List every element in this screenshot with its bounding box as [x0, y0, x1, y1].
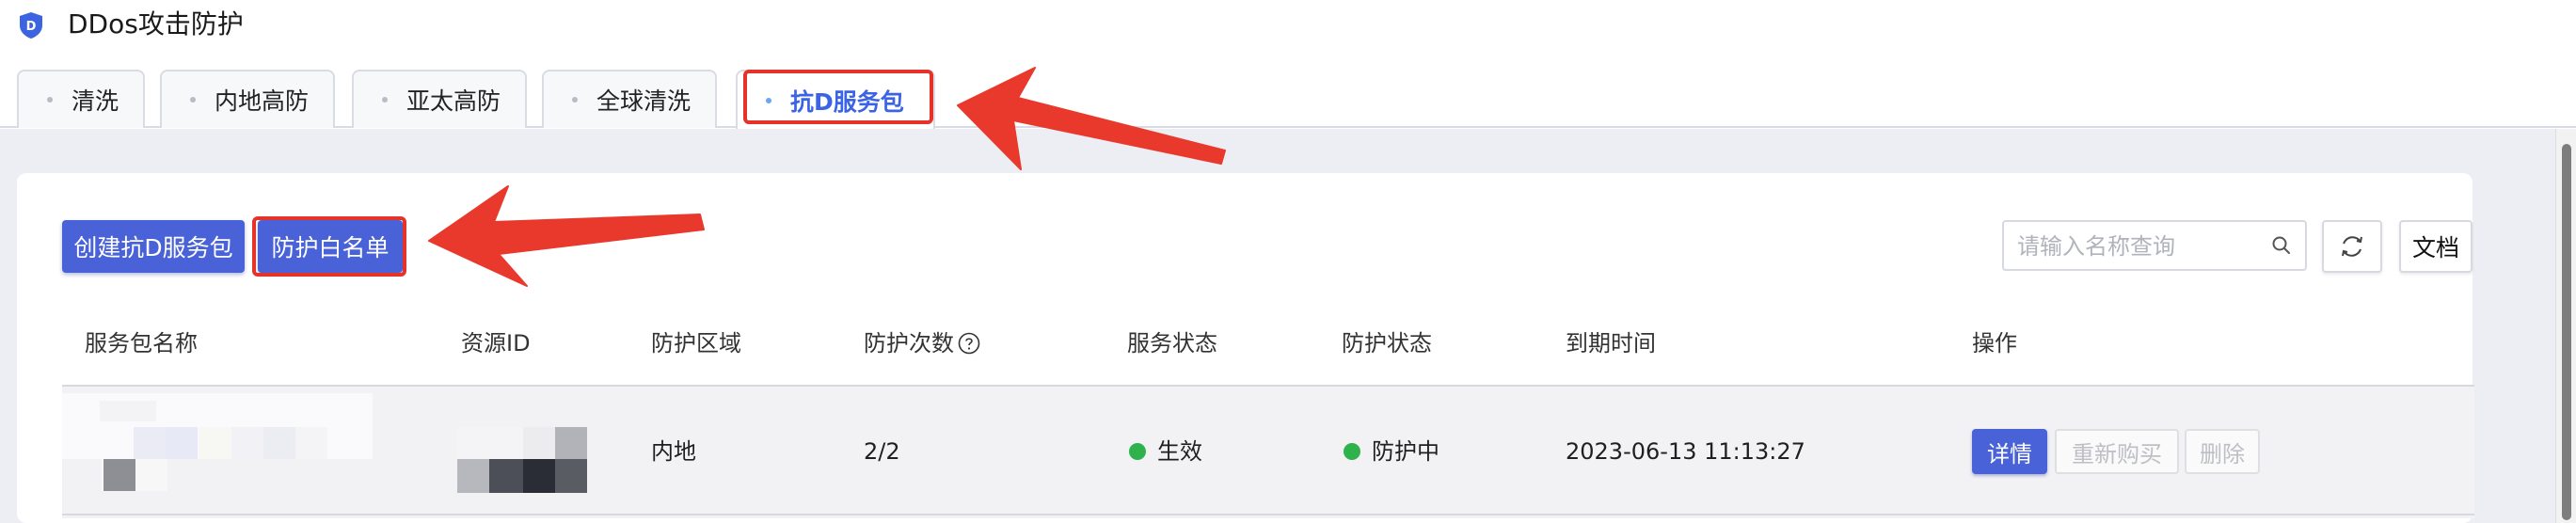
- expiry-cell: 2023-06-13 11:13:27: [1566, 438, 1805, 465]
- tab-mainland-ddos[interactable]: 内地高防: [160, 70, 335, 128]
- column-header-expiry: 到期时间: [1566, 330, 1656, 357]
- tab-cleaning[interactable]: 清洗: [17, 70, 145, 128]
- delete-button[interactable]: 删除: [2185, 429, 2260, 474]
- tab-dot-icon: [382, 97, 388, 103]
- column-header-label: 防护次数: [864, 330, 954, 357]
- tab-bar: 清洗 内地高防 亚太高防 全球清洗 抗D服务包: [0, 66, 2576, 130]
- protection-count-cell: 2/2: [864, 438, 900, 465]
- docs-button[interactable]: 文档: [2399, 220, 2473, 273]
- protection-status-cell: 防护中: [1344, 436, 1439, 467]
- tab-dot-icon: [572, 97, 578, 103]
- table-row-divider: [62, 514, 2474, 515]
- resource-id-redacted: [457, 427, 587, 493]
- create-package-button[interactable]: 创建抗D服务包: [62, 220, 245, 273]
- column-header-protection-count: 防护次数: [864, 329, 980, 357]
- protection-status-label: 防护中: [1372, 438, 1439, 465]
- search-input[interactable]: [2017, 230, 2262, 263]
- column-header-service-status: 服务状态: [1127, 330, 1217, 357]
- column-header-protection-status: 防护状态: [1342, 330, 1432, 357]
- search-box: [2002, 220, 2307, 271]
- tab-dot-icon: [190, 97, 196, 103]
- tab-label: 清洗: [72, 87, 119, 115]
- shield-logo-icon: D: [20, 12, 42, 39]
- refresh-icon: [2342, 236, 2362, 257]
- package-name-redacted-block: [103, 459, 135, 491]
- tab-label: 亚太高防: [406, 87, 501, 115]
- status-dot-icon: [1344, 443, 1360, 460]
- app-header: D DDos攻击防护: [0, 0, 2576, 66]
- annotation-highlight-tab: [743, 70, 933, 124]
- search-icon[interactable]: [2271, 235, 2292, 256]
- column-header-actions: 操作: [1972, 330, 2017, 357]
- tab-global-cleaning[interactable]: 全球清洗: [542, 70, 717, 128]
- column-header-resource-id: 资源ID: [461, 330, 531, 357]
- tab-label: 内地高防: [215, 87, 310, 115]
- annotation-highlight-whitelist: [252, 216, 406, 277]
- column-header-region: 防护区域: [651, 330, 741, 357]
- renew-button[interactable]: 重新购买: [2055, 429, 2179, 474]
- svg-text:D: D: [26, 20, 37, 34]
- region-cell: 内地: [651, 438, 696, 465]
- refresh-button[interactable]: [2322, 220, 2382, 273]
- tab-apac-ddos[interactable]: 亚太高防: [352, 70, 527, 128]
- column-header-package-name: 服务包名称: [85, 330, 198, 357]
- help-icon[interactable]: [958, 332, 980, 355]
- scrollbar-thumb[interactable]: [2562, 144, 2571, 520]
- tab-label: 全球清洗: [596, 87, 692, 115]
- status-dot-icon: [1129, 443, 1146, 460]
- tab-dot-icon: [47, 97, 53, 103]
- page-title: DDos攻击防护: [68, 8, 244, 40]
- detail-button[interactable]: 详情: [1972, 429, 2047, 474]
- page-scrollbar[interactable]: [2555, 129, 2576, 523]
- service-status-cell: 生效: [1129, 436, 1202, 467]
- service-status-label: 生效: [1157, 438, 1202, 465]
